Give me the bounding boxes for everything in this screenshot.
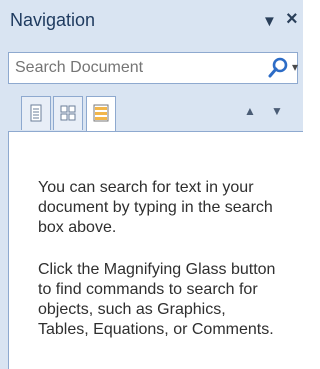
thumbnails-icon <box>60 105 76 121</box>
results-panel: You can search for text in your document… <box>8 131 303 369</box>
next-result-icon[interactable]: ▼ <box>271 104 283 118</box>
tab-results[interactable] <box>86 96 116 132</box>
results-icon <box>93 104 109 122</box>
search-box[interactable]: ▾ <box>8 52 298 84</box>
magnifying-glass-icon[interactable] <box>267 56 291 80</box>
search-hint-text: You can search for text in your document… <box>38 179 273 236</box>
navigation-pane: Navigation ▼ × ▾ <box>0 0 303 369</box>
previous-result-icon[interactable]: ▲ <box>244 104 256 118</box>
magnifying-glass-hint-text: Click the Magnifying Glass button to fin… <box>38 261 276 338</box>
search-options-icon[interactable]: ▾ <box>292 60 298 74</box>
pane-options-icon[interactable]: ▼ <box>262 13 277 30</box>
navigation-title: Navigation <box>10 10 96 30</box>
page-icon <box>30 104 42 122</box>
close-icon[interactable]: × <box>286 8 298 31</box>
navigation-header: Navigation ▼ × <box>0 0 303 44</box>
navigation-tabs: ▲ ▼ <box>8 96 303 132</box>
tab-headings[interactable] <box>21 96 51 130</box>
search-input[interactable] <box>15 53 225 83</box>
tab-pages[interactable] <box>53 96 83 130</box>
